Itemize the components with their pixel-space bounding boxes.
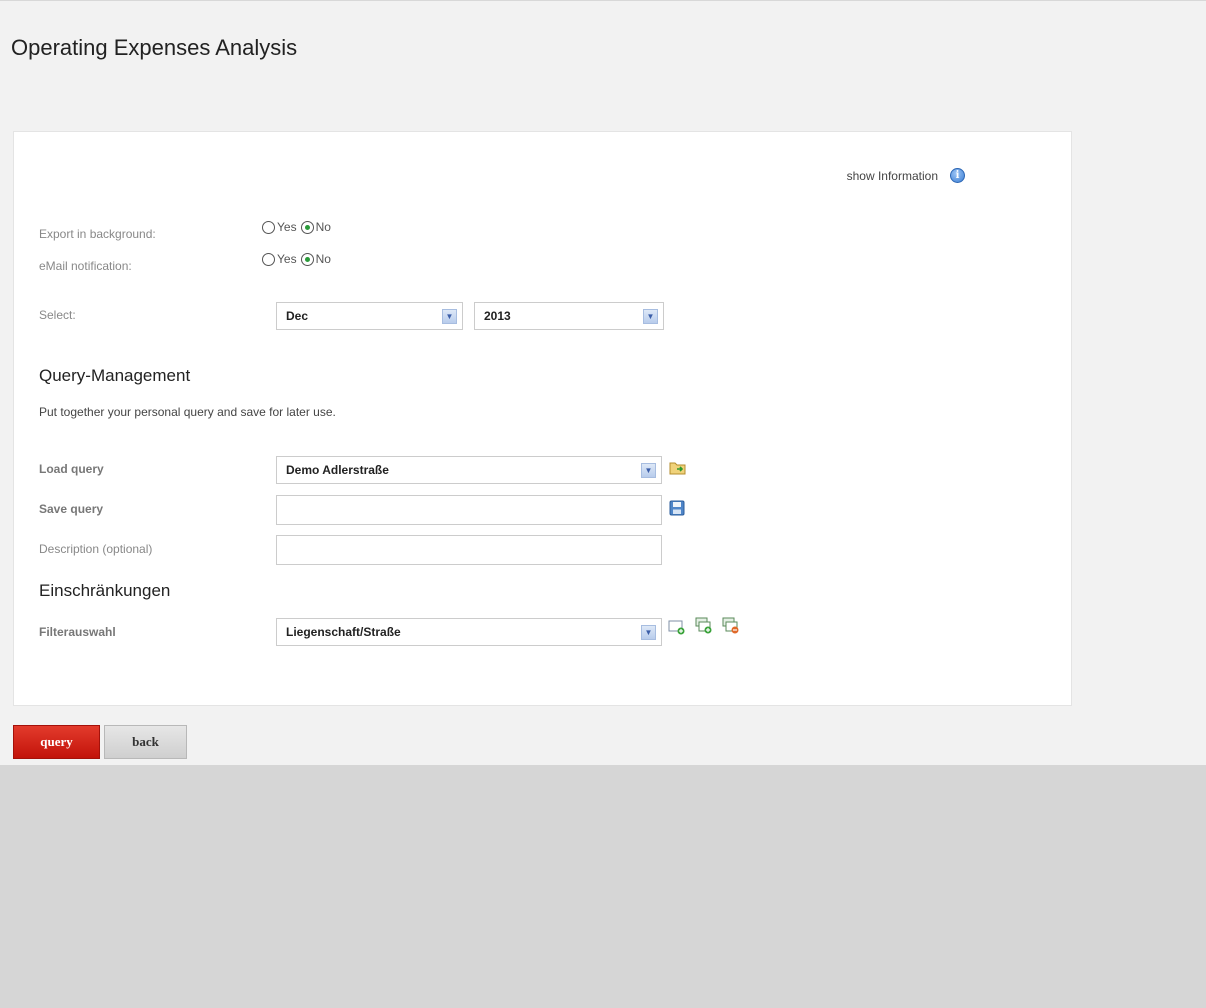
export-background-yes-label: Yes <box>277 220 297 234</box>
load-query-label: Load query <box>39 462 104 476</box>
export-background-no-radio[interactable] <box>300 220 314 234</box>
restrictions-title: Einschränkungen <box>39 581 171 600</box>
email-notification-label: eMail notification: <box>39 259 132 273</box>
save-disk-icon[interactable] <box>669 500 685 521</box>
page-header-area: Operating Expenses Analysis show Informa… <box>0 0 1206 765</box>
chevron-down-icon[interactable]: ▼ <box>643 309 658 324</box>
filter-selection-label: Filterauswahl <box>39 625 116 639</box>
show-information-label: show Information <box>846 168 938 183</box>
add-filter-icon[interactable] <box>668 619 686 640</box>
info-icon[interactable]: i <box>950 168 965 183</box>
year-select-value: 2013 <box>484 309 511 323</box>
email-notification-yes-label: Yes <box>277 252 297 266</box>
month-select-value: Dec <box>286 309 309 323</box>
add-filter-group-icon[interactable] <box>695 617 713 640</box>
select-label: Select: <box>39 308 76 322</box>
description-label: Description (optional) <box>39 542 153 556</box>
email-notification-no-radio[interactable] <box>300 252 314 266</box>
export-background-no-label: No <box>315 220 331 234</box>
show-information-link[interactable]: show Information i <box>847 168 965 183</box>
chevron-down-icon[interactable]: ▼ <box>641 625 656 640</box>
load-query-select[interactable]: Demo Adlerstraße ▼ <box>276 456 662 484</box>
email-notification-yes-radio[interactable] <box>262 252 275 266</box>
save-query-label: Save query <box>39 502 104 516</box>
description-input[interactable] <box>276 535 662 565</box>
remove-filter-group-icon[interactable] <box>722 617 740 640</box>
export-background-yes-radio[interactable] <box>262 220 275 234</box>
query-button[interactable]: query <box>13 725 100 759</box>
page-title: Operating Expenses Analysis <box>11 35 298 60</box>
filter-select[interactable]: Liegenschaft/Straße ▼ <box>276 618 662 646</box>
save-query-input[interactable] <box>276 495 662 525</box>
form-panel: show Information i Export in background:… <box>13 131 1072 706</box>
export-background-radio-group: Yes No <box>262 220 335 234</box>
query-management-title: Query-Management <box>39 366 191 385</box>
year-select[interactable]: 2013 ▼ <box>474 302 664 330</box>
query-management-hint: Put together your personal query and sav… <box>39 405 336 419</box>
email-notification-no-label: No <box>315 252 331 266</box>
load-query-value: Demo Adlerstraße <box>286 463 389 477</box>
month-select[interactable]: Dec ▼ <box>276 302 463 330</box>
chevron-down-icon[interactable]: ▼ <box>442 309 457 324</box>
load-folder-icon[interactable] <box>669 460 687 481</box>
back-button[interactable]: back <box>104 725 187 759</box>
email-notification-radio-group: Yes No <box>262 252 335 266</box>
export-background-label: Export in background: <box>39 227 156 241</box>
chevron-down-icon[interactable]: ▼ <box>641 463 656 478</box>
filter-select-value: Liegenschaft/Straße <box>286 625 401 639</box>
